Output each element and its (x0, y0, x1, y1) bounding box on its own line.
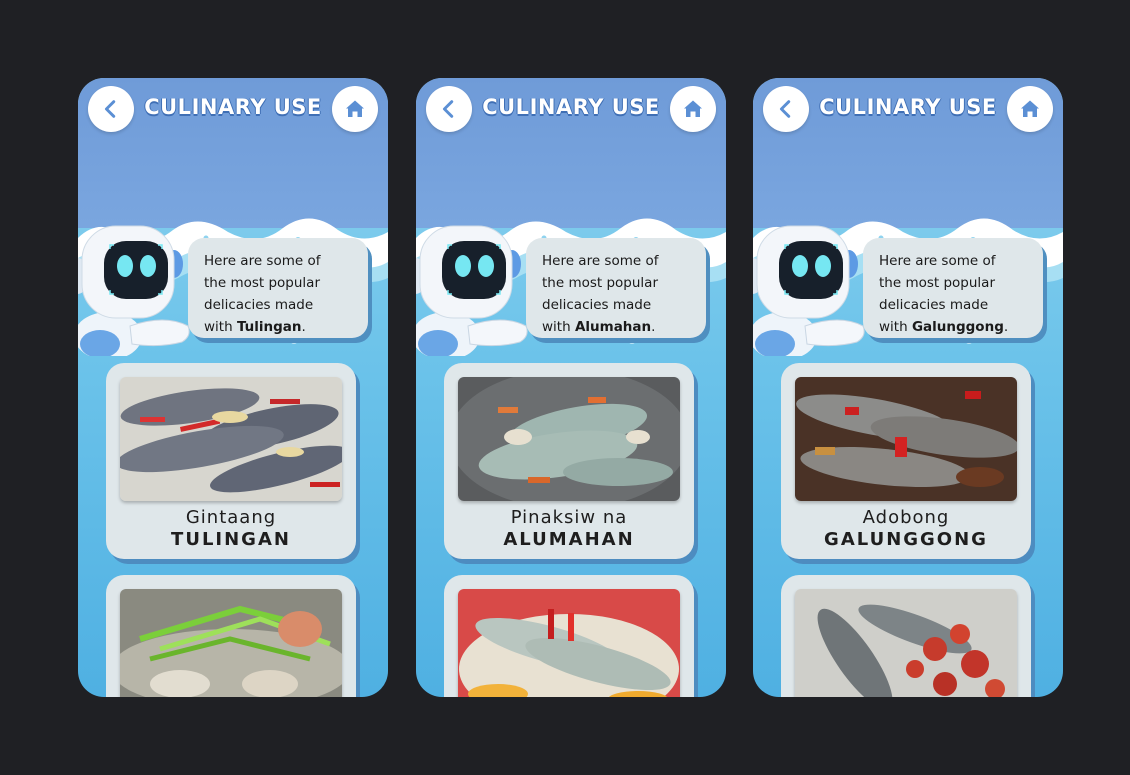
dish-name: ALUMAHAN (503, 529, 635, 550)
fish-name: Alumahan (574, 319, 652, 335)
dish-subtitle: Pinaksiw na (510, 507, 628, 528)
page-title: CULINARY USE (144, 95, 322, 119)
phone-screen-tulingan: CULINARY USE Here are some of the most p… (78, 78, 388, 697)
dish-card[interactable] (106, 575, 356, 697)
home-icon (1018, 97, 1042, 121)
chevron-left-icon (438, 98, 460, 120)
dish-photo (795, 589, 1017, 697)
home-button[interactable] (1007, 86, 1053, 132)
dish-photo (120, 377, 342, 501)
home-icon (681, 97, 705, 121)
fish-name: Galunggong (911, 319, 1004, 335)
dish-card[interactable]: Adobong GALUNGGONG (781, 363, 1031, 559)
dish-name: TULINGAN (171, 529, 291, 550)
intro-speech-bubble: Here are some of the most popular delica… (526, 238, 706, 338)
chevron-left-icon (100, 98, 122, 120)
dish-photo (458, 377, 680, 501)
dish-name: GALUNGGONG (824, 529, 988, 550)
dish-subtitle: Adobong (862, 507, 950, 528)
intro-text: Here are some of the most popular delica… (204, 253, 321, 335)
header: CULINARY USE (78, 78, 388, 142)
back-button[interactable] (426, 86, 472, 132)
intro-text: Here are some of the most popular delica… (879, 253, 1009, 335)
intro-speech-bubble: Here are some of the most popular delica… (863, 238, 1043, 338)
chevron-left-icon (775, 98, 797, 120)
phone-screen-alumahan: CULINARY USE Here are some of the most p… (416, 78, 726, 697)
phone-screen-galunggong: CULINARY USE Here are some of the most p… (753, 78, 1063, 697)
dish-card[interactable]: Pinaksiw na ALUMAHAN (444, 363, 694, 559)
dish-subtitle: Gintaang (185, 507, 277, 528)
home-icon (343, 97, 367, 121)
robot-mascot-icon (416, 186, 538, 356)
header: CULINARY USE (753, 78, 1063, 142)
intro-text: Here are some of the most popular delica… (542, 253, 659, 335)
back-button[interactable] (88, 86, 134, 132)
dish-photo (795, 377, 1017, 501)
dish-card[interactable] (781, 575, 1031, 697)
home-button[interactable] (332, 86, 378, 132)
dish-photo (458, 589, 680, 697)
page-title: CULINARY USE (819, 95, 997, 119)
fish-name: Tulingan (236, 319, 302, 335)
robot-mascot-icon (78, 186, 200, 356)
dish-photo (120, 589, 342, 697)
robot-mascot-icon (753, 186, 875, 356)
header: CULINARY USE (416, 78, 726, 142)
back-button[interactable] (763, 86, 809, 132)
intro-speech-bubble: Here are some of the most popular delica… (188, 238, 368, 338)
page-title: CULINARY USE (482, 95, 660, 119)
dish-card[interactable]: Gintaang TULINGAN (106, 363, 356, 559)
dish-card[interactable] (444, 575, 694, 697)
home-button[interactable] (670, 86, 716, 132)
